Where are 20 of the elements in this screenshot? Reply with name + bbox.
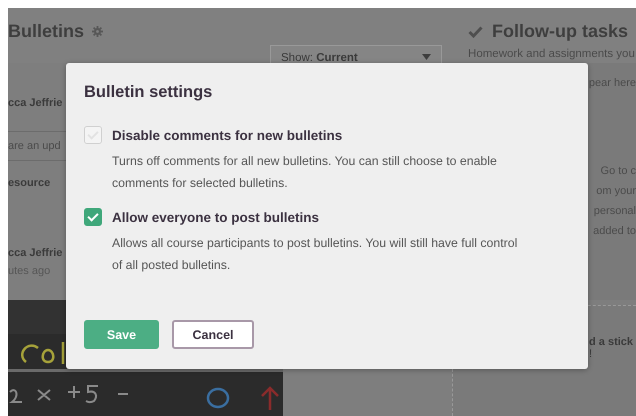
settings-icon[interactable] <box>92 26 104 37</box>
page-title: Bulletins <box>8 21 84 42</box>
option-description: Allows all course participants to post bulletins. You will still have full control of all posted bulletins. <box>112 235 518 274</box>
caret-icon <box>422 52 432 60</box>
resource-link[interactable]: esource <box>8 177 66 189</box>
sticky-note-text: d a stick <box>589 336 634 348</box>
checkbox[interactable] <box>84 126 102 144</box>
option-description: Turns off comments for all new bulletins. You can still choose to enable comments for selected bulletins. <box>112 153 498 192</box>
show-dropdown[interactable]: Show: Current <box>270 45 442 63</box>
author-name: cca Jeffrie <box>8 97 64 109</box>
dialog-title: Bulletin settings <box>84 83 214 102</box>
author-name: cca Jeffrie <box>8 247 64 259</box>
option-label: Disable comments for new bulletins <box>112 128 342 142</box>
cancel-button[interactable]: Cancel <box>172 320 254 349</box>
save-button[interactable]: Save <box>84 320 159 349</box>
check-icon <box>468 26 484 38</box>
sidebar-title: Follow-up tasks <box>492 21 628 42</box>
sticky-note-text: ! <box>589 348 594 360</box>
checkbox[interactable] <box>84 208 102 226</box>
option-label: Allow everyone to post bulletins <box>112 210 320 224</box>
